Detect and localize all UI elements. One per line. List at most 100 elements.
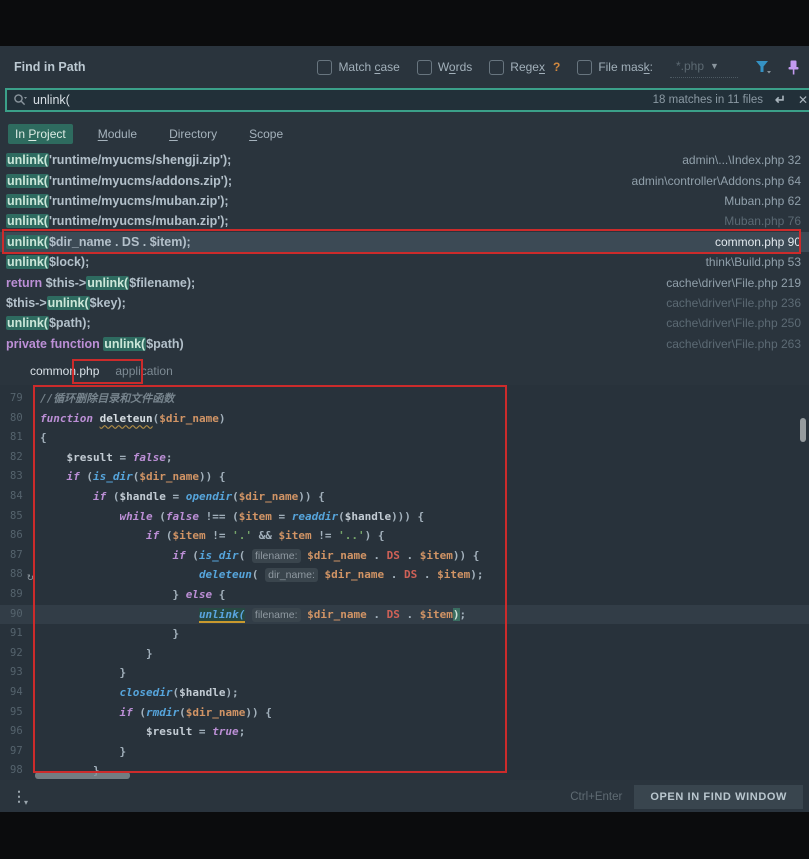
code-line[interactable]: 95if (rmdir($dir_name)) { — [0, 703, 809, 723]
result-row[interactable]: unlink('runtime/myucms/addons.zip');admi… — [0, 170, 809, 190]
code-token-str: '..' — [338, 529, 365, 542]
result-pre-token: private function — [6, 337, 100, 351]
line-number: 94 — [10, 683, 23, 703]
scope-tab-module[interactable]: Module — [91, 124, 144, 144]
code-token-pl: } — [146, 647, 153, 660]
code-token-pl: ( — [239, 549, 252, 562]
result-file-path: cache\driver\File.php 250 — [666, 316, 801, 330]
code-token-pl — [245, 608, 252, 621]
search-icon — [13, 93, 27, 107]
line-number: 90 — [10, 605, 23, 625]
code-text: } — [40, 742, 126, 762]
line-number: 91 — [10, 624, 23, 644]
code-line[interactable]: 91} — [0, 624, 809, 644]
code-text: } else { — [40, 585, 225, 605]
scope-tab-directory[interactable]: Directory — [162, 124, 224, 144]
code-token-pl: )) { — [199, 470, 226, 483]
filter-results-button[interactable] — [755, 60, 771, 74]
file-mask-option: File mask: — [577, 60, 653, 75]
more-options-button[interactable]: ⋮▾ — [0, 788, 28, 807]
result-row[interactable]: $this->unlink($key);cache\driver\File.ph… — [0, 293, 809, 313]
preview-tab-application[interactable]: application — [107, 360, 180, 382]
code-text: if (rmdir($dir_name)) { — [40, 703, 272, 723]
result-row[interactable]: unlink($path);cache\driver\File.php 250 — [0, 313, 809, 333]
code-text: if ($item != '.' && $item != '..') { — [40, 526, 384, 546]
code-text: if (is_dir($dir_name)) { — [40, 467, 225, 487]
code-token-pl: ( — [232, 490, 239, 503]
result-row[interactable]: return $this->unlink($filename);cache\dr… — [0, 272, 809, 292]
code-token-pl: != — [312, 529, 339, 542]
result-row[interactable]: unlink($dir_name . DS . $item);common.ph… — [0, 232, 809, 252]
match-highlight: unlink( — [6, 174, 49, 188]
code-line[interactable]: 97} — [0, 742, 809, 762]
result-row[interactable]: unlink('runtime/myucms/muban.zip'); Muban… — [0, 211, 809, 231]
code-line[interactable]: 79//循环删除目录和文件函数 — [0, 389, 809, 409]
search-input[interactable]: unlink( 18 matches in 11 files ↵ ✕ — [5, 88, 809, 112]
code-line[interactable]: 96$result = true; — [0, 722, 809, 742]
result-file-path: Muban.php 76 — [724, 214, 801, 228]
code-token-pl: ; — [166, 451, 173, 464]
scope-tab-scope[interactable]: Scope — [242, 124, 290, 144]
result-row[interactable]: private function unlink($path)cache\driv… — [0, 334, 809, 354]
file-mask-checkbox[interactable] — [577, 60, 592, 75]
code-token-ds: DS — [387, 549, 400, 562]
code-token-pl: ; — [239, 725, 246, 738]
shortcut-hint: Ctrl+Enter — [570, 791, 622, 803]
code-line[interactable]: 92} — [0, 644, 809, 664]
code-line[interactable]: 90unlink( filename: $dir_name . DS . $it… — [0, 605, 809, 625]
preview-tab-common-php[interactable]: common.php — [22, 360, 107, 382]
code-line[interactable]: 82$result = false; — [0, 448, 809, 468]
open-in-find-window-button[interactable]: OPEN IN FIND WINDOW — [634, 785, 803, 809]
code-line[interactable]: 88↻deleteun( dir_name: $dir_name . DS . … — [0, 565, 809, 585]
code-line[interactable]: 85while (false !== ($item = readdir($han… — [0, 507, 809, 527]
code-token-pl: ( — [252, 568, 265, 581]
code-token-fn: rmdir — [146, 706, 179, 719]
search-field-right: 18 matches in 11 files ↵ ✕ — [653, 92, 808, 108]
code-token-vw: $result — [146, 725, 192, 738]
code-token-pl: = — [113, 451, 133, 464]
result-row[interactable]: unlink('runtime/myucms/muban.zip');Muban… — [0, 191, 809, 211]
code-token-fn: closedir — [119, 686, 172, 699]
checkbox-match-case[interactable] — [317, 60, 332, 75]
result-code-text: unlink('runtime/myucms/muban.zip'); — [6, 214, 229, 228]
result-row[interactable]: unlink('runtime/myucms/shengji.zip');adm… — [0, 150, 809, 170]
result-row[interactable]: unlink($lock);think\Build.php 53 — [0, 252, 809, 272]
code-preview-editor[interactable]: 79//循环删除目录和文件函数80function deleteun($dir_… — [0, 385, 809, 780]
new-line-icon[interactable]: ↵ — [775, 92, 786, 108]
file-mask-dropdown[interactable]: *.php ▼ — [670, 57, 738, 78]
option-regex: Regex? — [489, 60, 560, 75]
code-token-pl: = — [192, 725, 212, 738]
pin-icon — [788, 60, 799, 75]
checkbox-regex[interactable] — [489, 60, 504, 75]
code-line[interactable]: 94closedir($handle); — [0, 683, 809, 703]
file-mask-value: *.php — [676, 59, 704, 73]
checkbox-words[interactable] — [417, 60, 432, 75]
match-highlight: unlink( — [86, 276, 129, 290]
code-line[interactable]: 87if (is_dir( filename: $dir_name . DS .… — [0, 546, 809, 566]
code-line[interactable]: 80function deleteun($dir_name) — [0, 409, 809, 429]
pin-window-button[interactable] — [788, 60, 799, 75]
code-line[interactable]: 93} — [0, 663, 809, 683]
code-line[interactable]: 83 if (is_dir($dir_name)) { — [0, 467, 809, 487]
result-file-path: admin\...\Index.php 32 — [682, 153, 801, 167]
close-icon[interactable]: ✕ — [798, 93, 808, 107]
code-line[interactable]: 84if ($handle = opendir($dir_name)) { — [0, 487, 809, 507]
vertical-scrollbar-thumb[interactable] — [800, 418, 806, 442]
line-number: 83 — [10, 467, 23, 487]
code-line[interactable]: 89} else { — [0, 585, 809, 605]
code-text: function deleteun($dir_name) — [40, 409, 225, 429]
scope-tab-in-project[interactable]: In Project — [8, 124, 73, 144]
code-token-pl: . — [400, 608, 420, 621]
code-line[interactable]: 81{ — [0, 428, 809, 448]
code-text: if ($handle = opendir($dir_name)) { — [40, 487, 325, 507]
code-token-pl: ( — [159, 529, 172, 542]
code-token-var: $item — [420, 608, 453, 621]
code-token-pl: = — [272, 510, 292, 523]
regex-help-icon[interactable]: ? — [553, 60, 560, 74]
code-line[interactable]: 86if ($item != '.' && $item != '..') { — [0, 526, 809, 546]
code-token-vw: $handle — [119, 490, 165, 503]
result-pre-token: $this-> — [6, 296, 47, 310]
horizontal-scrollbar-thumb[interactable] — [35, 772, 130, 779]
result-file-path: admin\controller\Addons.php 64 — [632, 174, 801, 188]
code-token-def: deleteun — [100, 412, 153, 425]
